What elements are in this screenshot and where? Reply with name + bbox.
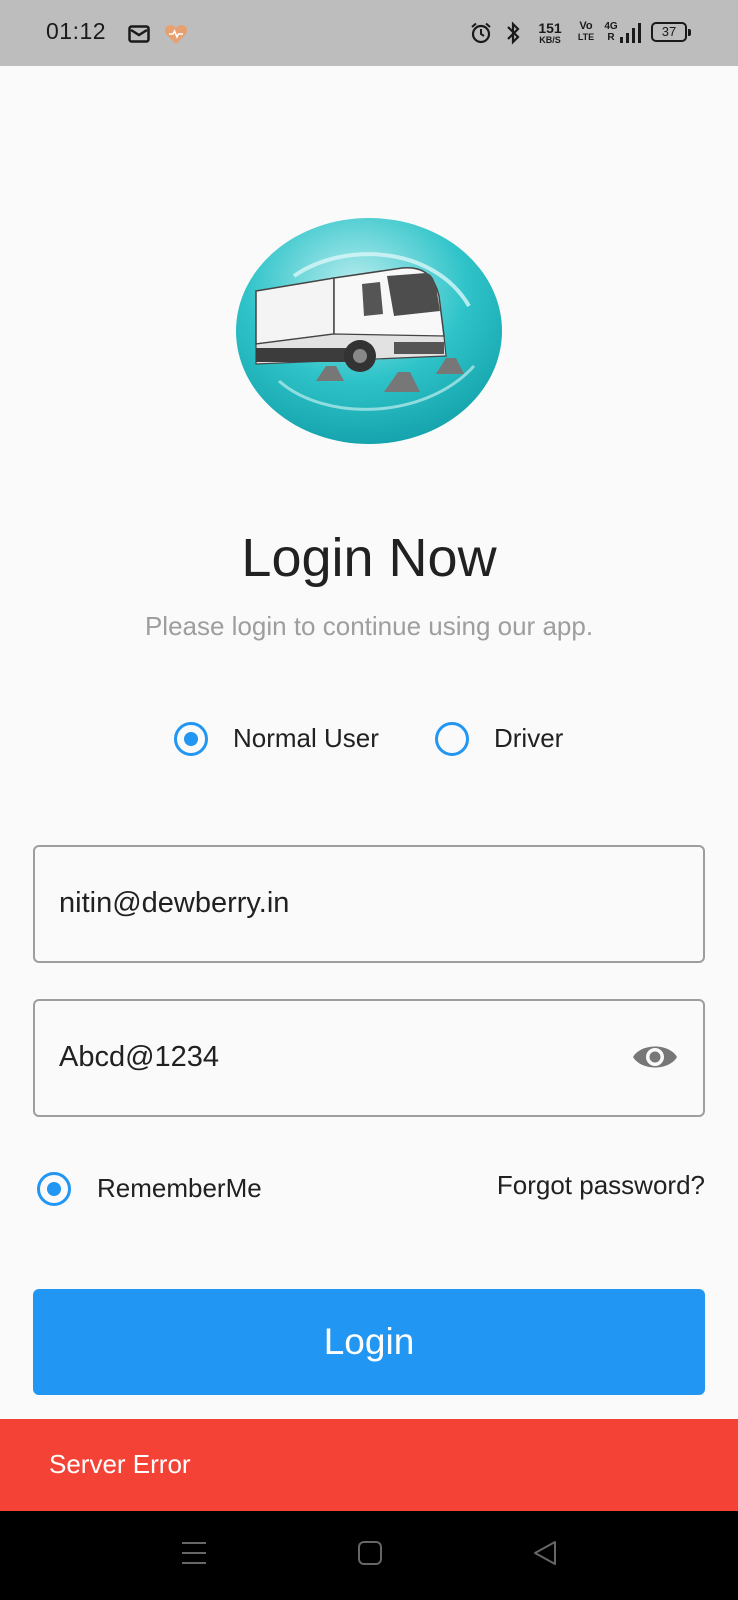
remember-me-label[interactable]: RememberMe bbox=[97, 1173, 262, 1204]
battery-icon: 37 bbox=[651, 22, 691, 42]
bluetooth-icon bbox=[507, 21, 520, 45]
back-icon[interactable] bbox=[531, 1539, 559, 1567]
snackbar-message: Server Error bbox=[49, 1449, 191, 1479]
mail-icon bbox=[128, 25, 150, 43]
heart-icon bbox=[164, 25, 188, 44]
page-subtitle: Please login to continue using our app. bbox=[144, 611, 594, 641]
alarm-icon bbox=[471, 22, 491, 44]
network-roaming: R bbox=[607, 32, 615, 43]
signal-icon bbox=[620, 23, 641, 43]
remember-me-checkbox[interactable] bbox=[37, 1172, 71, 1206]
status-time: 01:12 bbox=[46, 18, 107, 44]
page-title: Login Now bbox=[241, 528, 497, 588]
forgot-password-link[interactable]: Forgot password? bbox=[497, 1170, 705, 1201]
login-button[interactable]: Login bbox=[33, 1289, 705, 1395]
net-speed-value: 151 bbox=[538, 20, 562, 36]
email-value: nitin@dewberry.in bbox=[59, 887, 290, 919]
password-value: Abcd@1234 bbox=[59, 1041, 220, 1073]
home-icon[interactable] bbox=[356, 1539, 384, 1567]
radio-driver[interactable] bbox=[435, 722, 469, 756]
net-speed: 151 KB/S bbox=[534, 21, 566, 45]
menu-icon[interactable] bbox=[180, 1539, 208, 1567]
password-field[interactable]: Abcd@1234 bbox=[33, 999, 705, 1117]
net-speed-unit: KB/S bbox=[539, 35, 561, 45]
volte-indicator: Vo LTE bbox=[576, 21, 596, 43]
network-type: 4G R bbox=[601, 21, 621, 43]
network-type-label: 4G bbox=[604, 21, 618, 32]
radio-driver-label[interactable]: Driver bbox=[494, 723, 563, 754]
volte-top: Vo bbox=[579, 20, 593, 32]
eye-icon[interactable] bbox=[631, 1039, 679, 1075]
error-snackbar: Server Error bbox=[0, 1419, 738, 1511]
radio-normal-user-label[interactable]: Normal User bbox=[233, 723, 379, 754]
navigation-bar bbox=[0, 1511, 738, 1600]
app-logo bbox=[236, 218, 502, 444]
status-bar: 01:12 151 KB/S Vo LTE 4G R 37 bbox=[0, 0, 738, 66]
volte-bottom: LTE bbox=[577, 32, 595, 42]
email-field[interactable]: nitin@dewberry.in bbox=[33, 845, 705, 963]
battery-level: 37 bbox=[661, 24, 677, 39]
radio-normal-user[interactable] bbox=[174, 722, 208, 756]
